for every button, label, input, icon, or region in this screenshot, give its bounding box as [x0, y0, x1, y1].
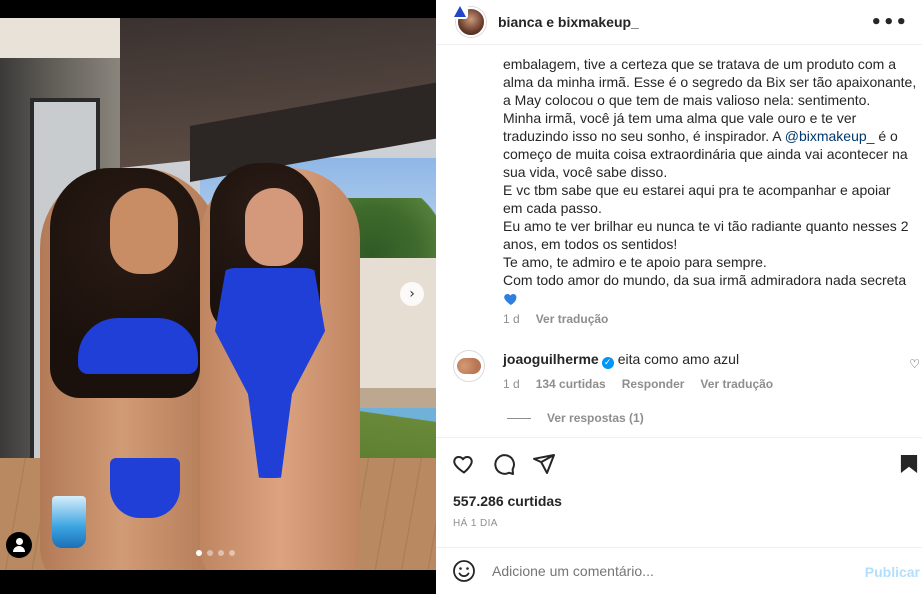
comment-meta: 1 d 134 curtidas Responder Ver tradução: [503, 377, 773, 391]
commenter-avatar-image: [457, 358, 481, 374]
caption-line: em cada passo.: [503, 200, 602, 216]
chevron-right-icon: ›: [409, 286, 415, 302]
comment-time: 1 d: [503, 377, 520, 391]
likes-count[interactable]: 557.286 curtidas: [453, 493, 562, 509]
mention-link[interactable]: @bixmakeup_: [785, 128, 875, 144]
comment-likes[interactable]: 134 curtidas: [536, 377, 606, 391]
cup: [52, 496, 86, 548]
share-icon[interactable]: [532, 452, 556, 476]
reply-button[interactable]: Responder: [622, 377, 685, 391]
next-media-button[interactable]: ›: [400, 282, 424, 306]
caption-line: Com todo amor do mundo, da sua irmã admi…: [503, 272, 907, 288]
post-header: bianca e bixmakeup_ •••: [436, 0, 922, 45]
user-tag-icon-shoulders: [13, 546, 25, 552]
caption-translate-button[interactable]: Ver tradução: [536, 312, 609, 326]
caption-line: Eu amo te ver brilhar eu nunca te vi tão…: [503, 218, 909, 234]
comment-input[interactable]: [492, 563, 852, 579]
caption: embalagem, tive a certeza que se tratava…: [503, 55, 917, 311]
caption-emoji-line: [503, 289, 913, 311]
comment-like-icon[interactable]: ♡: [909, 357, 920, 371]
caption-line: Te amo, te admiro e te apoio para sempre…: [503, 254, 767, 270]
commenter-avatar[interactable]: [453, 350, 485, 382]
person-left-face: [110, 188, 178, 274]
publish-button[interactable]: Publicar: [865, 564, 920, 580]
carousel-dots: [196, 550, 235, 556]
author-username[interactable]: bianca e bixmakeup_: [498, 14, 639, 30]
verified-badge-icon: ✓: [601, 357, 614, 369]
brand-logo-icon: [454, 5, 466, 17]
caption-line: Minha irmã, você já tem uma alma que val…: [503, 110, 857, 126]
carousel-dot: [229, 550, 235, 556]
caption-line: E vc tbm sabe que eu estarei aqui pra te…: [503, 182, 891, 198]
user-tag-icon: [15, 538, 23, 545]
caption-line-with-mention: traduzindo isso no seu sonho, é inspirad…: [503, 127, 913, 145]
user-tags-button[interactable]: [6, 532, 32, 558]
caption-line: embalagem, tive a certeza que se tratava…: [503, 56, 896, 72]
instagram-post-modal: › bianca e bixmakeup_ ••• embalagem, tiv…: [0, 0, 922, 594]
caption-line: a May colocou o que tem de mais valioso …: [503, 92, 871, 108]
post-actions: 557.286 curtidas HÁ 1 DIA: [436, 437, 922, 544]
heart-icon[interactable]: [452, 452, 476, 476]
commenter-username[interactable]: joaoguilherme: [503, 351, 599, 367]
post-photo[interactable]: [0, 18, 436, 570]
caption-line: alma da minha irmã. Esse é o segredo da …: [503, 74, 917, 90]
person-right-face: [245, 188, 303, 266]
blue-heart-emoji-icon: [504, 294, 517, 305]
carousel-dot: [196, 550, 202, 556]
emoji-icon[interactable]: [452, 559, 476, 583]
view-replies-button[interactable]: Ver respostas (1): [507, 411, 644, 425]
comment-composer: Publicar: [436, 547, 922, 594]
collab-badge: [452, 3, 468, 19]
comment-text: eita como amo azul: [617, 351, 740, 367]
more-options-icon[interactable]: •••: [870, 12, 908, 33]
bookmark-icon[interactable]: [900, 454, 918, 474]
caption-line: sua vida, você sabe disso.: [503, 164, 668, 180]
comment-icon[interactable]: [492, 452, 516, 476]
post-details-panel: bianca e bixmakeup_ ••• embalagem, tive …: [436, 0, 922, 594]
bikini-bottom-left: [110, 458, 180, 518]
caption-text: traduzindo isso no seu sonho, é inspirad…: [503, 128, 785, 144]
comment-translate-button[interactable]: Ver tradução: [700, 377, 773, 391]
carousel-dot: [218, 550, 224, 556]
caption-meta: 1 d Ver tradução: [503, 312, 608, 326]
carousel-dot: [207, 550, 213, 556]
view-replies-label: Ver respostas (1): [547, 411, 644, 425]
post-media: ›: [0, 0, 436, 594]
caption-line: começo de muita coisa extraordinária que…: [503, 146, 908, 162]
caption-text: é o: [874, 128, 898, 144]
post-timestamp: HÁ 1 DIA: [453, 518, 498, 529]
bikini-top-left: [78, 318, 198, 374]
action-icons: [452, 452, 556, 476]
replies-divider: [507, 417, 531, 419]
caption-time: 1 d: [503, 312, 520, 326]
author-avatar[interactable]: [452, 3, 486, 37]
caption-line: anos, em todos os sentidos!: [503, 236, 678, 252]
